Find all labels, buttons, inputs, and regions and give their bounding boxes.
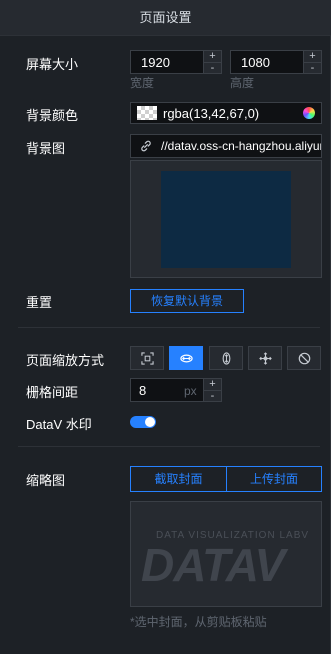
scale-full-screen-button[interactable] <box>248 346 282 370</box>
screen-height-stepper[interactable]: + - <box>303 51 321 74</box>
capture-cover-button[interactable]: 截取封面 <box>131 467 226 491</box>
datav-logo: DATAV <box>141 539 285 591</box>
grid-spacing-label: 栅格间距 <box>26 385 79 400</box>
screen-width-increment-button[interactable]: + <box>204 51 221 62</box>
fit-width-icon <box>180 354 193 363</box>
upload-cover-button[interactable]: 上传封面 <box>226 467 321 491</box>
restore-default-bg-button[interactable]: 恢复默认背景 <box>130 289 244 313</box>
scale-fit-width-button[interactable] <box>169 346 203 370</box>
thumbnail-hint: *选中封面，从剪贴板粘贴 <box>130 615 267 629</box>
bg-image-preview[interactable] <box>130 160 322 278</box>
thumbnail-label: 缩略图 <box>26 473 66 488</box>
bg-image-label: 背景图 <box>26 141 66 156</box>
grid-spacing-stepper[interactable]: + - <box>203 379 221 402</box>
screen-height-increment-button[interactable]: + <box>304 51 321 62</box>
divider <box>18 327 320 328</box>
bg-color-input[interactable]: rgba(13,42,67,0) <box>130 102 322 124</box>
grid-spacing-unit: px <box>184 384 197 398</box>
fit-all-icon <box>141 352 154 365</box>
color-swatch[interactable] <box>137 106 157 120</box>
bg-color-label: 背景颜色 <box>26 108 79 123</box>
grid-decrement-button[interactable]: - <box>204 390 221 402</box>
width-sublabel: 宽度 <box>130 76 155 90</box>
full-screen-icon <box>259 352 272 365</box>
divider <box>18 446 320 447</box>
bg-preview-fill <box>161 171 291 268</box>
height-sublabel: 高度 <box>230 76 255 90</box>
screen-height-value: 1080 <box>241 55 270 70</box>
no-scale-icon <box>298 352 311 365</box>
screen-size-label: 屏幕大小 <box>26 57 79 72</box>
toggle-knob <box>145 417 155 427</box>
screen-width-stepper[interactable]: + - <box>203 51 221 74</box>
screen-width-input[interactable]: 1920 + - <box>130 50 222 74</box>
grid-spacing-value: 8 <box>139 383 147 398</box>
screen-width-decrement-button[interactable]: - <box>204 62 221 74</box>
fit-height-icon <box>222 352 231 365</box>
bg-color-value: rgba(13,42,67,0) <box>163 106 260 121</box>
grid-increment-button[interactable]: + <box>204 379 221 390</box>
reset-label: 重置 <box>26 295 53 310</box>
scale-mode-label: 页面缩放方式 <box>26 353 105 368</box>
screen-height-input[interactable]: 1080 + - <box>230 50 322 74</box>
bg-image-url-input[interactable]: //datav.oss-cn-hangzhou.aliyuncs.com <box>130 134 322 158</box>
grid-spacing-input[interactable]: 8 px + - <box>130 378 222 402</box>
scale-fit-all-button[interactable] <box>130 346 164 370</box>
scale-fit-height-button[interactable] <box>209 346 243 370</box>
watermark-label: DataV 水印 <box>26 417 92 432</box>
scale-none-button[interactable] <box>287 346 321 370</box>
page-settings-panel: 页面设置 屏幕大小 1920 + - 宽度 1080 + - 高度 背景颜色 r… <box>0 0 331 654</box>
color-wheel-icon[interactable] <box>303 107 315 119</box>
screen-width-value: 1920 <box>141 55 170 70</box>
panel-title: 页面设置 <box>0 0 331 36</box>
screen-height-decrement-button[interactable]: - <box>304 62 321 74</box>
bg-image-url-value: //datav.oss-cn-hangzhou.aliyuncs.com <box>161 139 321 153</box>
watermark-toggle[interactable] <box>130 416 156 428</box>
link-icon <box>141 140 151 152</box>
thumbnail-preview[interactable]: DATA VISUALIZATION LABV DATAV <box>130 501 322 607</box>
thumbnail-button-group: 截取封面 上传封面 <box>130 466 322 492</box>
